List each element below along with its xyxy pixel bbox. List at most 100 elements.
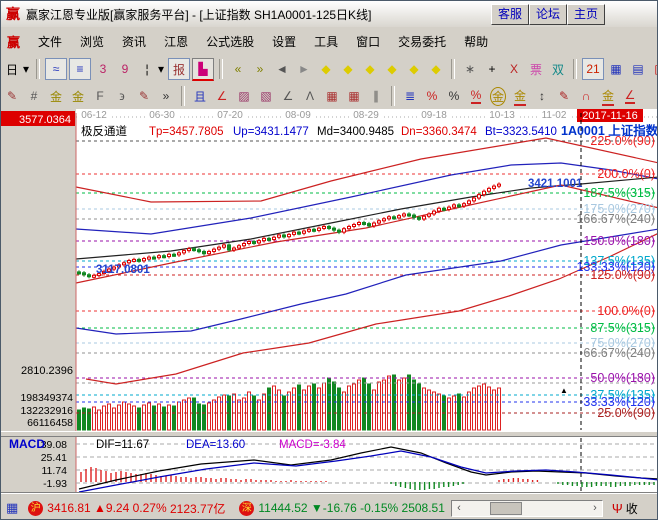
menu-trade-delegate[interactable]: 交易委托 (389, 30, 455, 53)
compare-icon[interactable]: 双 (548, 59, 568, 79)
arc-tool-icon[interactable]: ∩ (576, 86, 596, 106)
horizontal-scrollbar[interactable]: ‹ › (451, 500, 603, 517)
candle-type-dropdown-icon[interactable]: ▾ (156, 59, 166, 79)
menu-settings[interactable]: 设置 (263, 30, 305, 53)
svg-text:125.0%(90): 125.0%(90) (590, 268, 655, 282)
toolbar-separator (219, 59, 223, 79)
box-pattern-icon[interactable]: ▨ (234, 86, 254, 106)
menu-help[interactable]: 帮助 (455, 30, 497, 53)
color-chart-icon[interactable]: ▙ (192, 58, 214, 81)
svg-text:▲: ▲ (560, 386, 568, 395)
more-tools-icon[interactable]: » (156, 86, 176, 106)
menu-news[interactable]: 资讯 (113, 30, 155, 53)
zoom-in-diamond-icon[interactable]: ◆ (404, 59, 424, 79)
zoom-all-diamond-icon[interactable]: ◆ (426, 59, 446, 79)
notebook-icon[interactable]: ▤ (628, 59, 648, 79)
cut-tool-icon[interactable]: X (504, 59, 524, 79)
svg-text:2017-11-16: 2017-11-16 (582, 110, 637, 122)
trend-wave-icon[interactable]: ≈ (45, 58, 67, 80)
percent-underline-icon[interactable]: % (466, 86, 486, 106)
svg-text:2810.2396: 2810.2396 (21, 365, 73, 377)
scroll-right-icon[interactable]: › (588, 502, 602, 514)
svg-text:06-12: 06-12 (81, 110, 107, 121)
gold-tool-icon[interactable]: 金 (598, 86, 618, 106)
window-title: 赢家江恩专业版[赢家服务平台] - [上证指数 SH1A0001-125日K线] (26, 6, 371, 23)
report-icon[interactable]: 报 (168, 58, 190, 80)
svg-text:09-18: 09-18 (421, 110, 447, 121)
forum-button[interactable]: 论坛 (529, 4, 567, 25)
menu-gann[interactable]: 江恩 (155, 30, 197, 53)
percent-icon[interactable]: % (444, 86, 464, 106)
zoom-out-diamond-icon[interactable]: ◆ (360, 59, 380, 79)
ticket-icon[interactable]: 票 (526, 59, 546, 79)
customer-service-button[interactable]: 客服 (491, 4, 529, 25)
percent-line-icon[interactable]: % (422, 86, 442, 106)
ray-fan-icon[interactable]: ∠ (212, 86, 232, 106)
angle-tool-icon[interactable]: ∠ (620, 86, 640, 106)
next-bar-icon[interactable]: ► (294, 59, 314, 79)
svg-text:187.5%(315): 187.5%(315) (583, 186, 655, 200)
kline-style-icon[interactable]: 日 (2, 59, 22, 79)
gann-gold-grid2-icon[interactable]: 金 (68, 86, 88, 106)
zoom-right-diamond-icon[interactable]: ◆ (338, 59, 358, 79)
angle-line-icon[interactable]: ∠ (278, 86, 298, 106)
svg-text:Bt=3323.5410: Bt=3323.5410 (485, 126, 557, 138)
gold-underline-icon[interactable]: 金 (510, 86, 530, 106)
gold-circle-icon[interactable]: 金 (488, 86, 508, 106)
marker-brush-icon[interactable]: ✎ (134, 86, 154, 106)
gann-grid-icon[interactable]: # (24, 86, 44, 106)
toolbar-separator (181, 86, 185, 106)
gann-gold-grid-icon[interactable]: 金 (46, 86, 66, 106)
homepage-button[interactable]: 主页 (567, 4, 605, 25)
last-page-icon[interactable]: » (250, 59, 270, 79)
scroll-left-icon[interactable]: ‹ (452, 502, 466, 514)
quote-board-icon[interactable]: ≡ (69, 58, 91, 80)
candle-type-icon[interactable]: ¦ (137, 59, 157, 79)
collapse-button[interactable]: 收 (626, 500, 638, 517)
spiral-icon[interactable]: ϶ (112, 86, 132, 106)
svg-text:MACD=-3.84: MACD=-3.84 (279, 439, 346, 451)
brush-icon[interactable]: ✎ (2, 86, 22, 106)
dense-grid2-icon[interactable]: ▦ (344, 86, 364, 106)
svg-text:87.5%(315): 87.5%(315) (590, 321, 655, 335)
crosshair-icon[interactable]: + (482, 59, 502, 79)
toolbar-separator (451, 59, 455, 79)
zoom-left-diamond-icon[interactable]: ◆ (316, 59, 336, 79)
save-icon[interactable]: ▣ (650, 59, 658, 79)
menubar: 赢 文件 浏览 资讯 江恩 公式选股 设置 工具 窗口 交易委托 帮助 (1, 27, 658, 56)
vertical-measure-icon[interactable]: ↕ (532, 86, 552, 106)
stats-list-icon[interactable]: ≣ (400, 86, 420, 106)
zoom-fit-diamond-icon[interactable]: ◆ (382, 59, 402, 79)
shenzhen-market-icon: 深 (239, 501, 254, 516)
channel-tool-icon[interactable]: 且 (190, 86, 210, 106)
menu-formula-stock-pick[interactable]: 公式选股 (197, 30, 263, 53)
kline-style-dropdown-icon[interactable]: ▾ (21, 59, 31, 79)
wave-mark-icon[interactable]: Λ (300, 86, 320, 106)
calendar-icon[interactable]: 21 (582, 58, 604, 80)
hatch-lines-icon[interactable]: ∥ (366, 86, 386, 106)
main-chart[interactable]: 06-1206-3007-2008-0908-2909-1810-1311-02… (1, 109, 658, 493)
fibonacci-icon[interactable]: F (90, 86, 110, 106)
quote-grid-icon[interactable]: ▦ (6, 500, 18, 516)
calculator-icon[interactable]: ▦ (606, 59, 626, 79)
shanghai-index-value: 3416.81 (47, 501, 90, 515)
hand-drag-icon[interactable]: ∗ (460, 59, 480, 79)
box-pattern2-icon[interactable]: ▧ (256, 86, 276, 106)
dense-grid-icon[interactable]: ▦ (322, 86, 342, 106)
toolbar-separator (36, 59, 40, 79)
menu-browse[interactable]: 浏览 (71, 30, 113, 53)
shenzhen-index-pct: -0.15% (360, 501, 398, 515)
red-brush-icon[interactable]: ✎ (554, 86, 574, 106)
menu-tools[interactable]: 工具 (305, 30, 347, 53)
svg-text:10-13: 10-13 (489, 110, 515, 121)
svg-text:200.0%(0): 200.0%(0) (597, 167, 655, 181)
svg-text:DIF=11.67: DIF=11.67 (96, 439, 149, 451)
menu-window[interactable]: 窗口 (347, 30, 389, 53)
chart-9day-icon[interactable]: 9 (115, 59, 135, 79)
svg-text:Dn=3360.3474: Dn=3360.3474 (401, 126, 477, 138)
scrollbar-thumb[interactable] (490, 502, 522, 515)
menu-file[interactable]: 文件 (29, 30, 71, 53)
chart-3min-icon[interactable]: 3 (93, 59, 113, 79)
first-page-icon[interactable]: « (228, 59, 248, 79)
prev-bar-icon[interactable]: ◄ (272, 59, 292, 79)
